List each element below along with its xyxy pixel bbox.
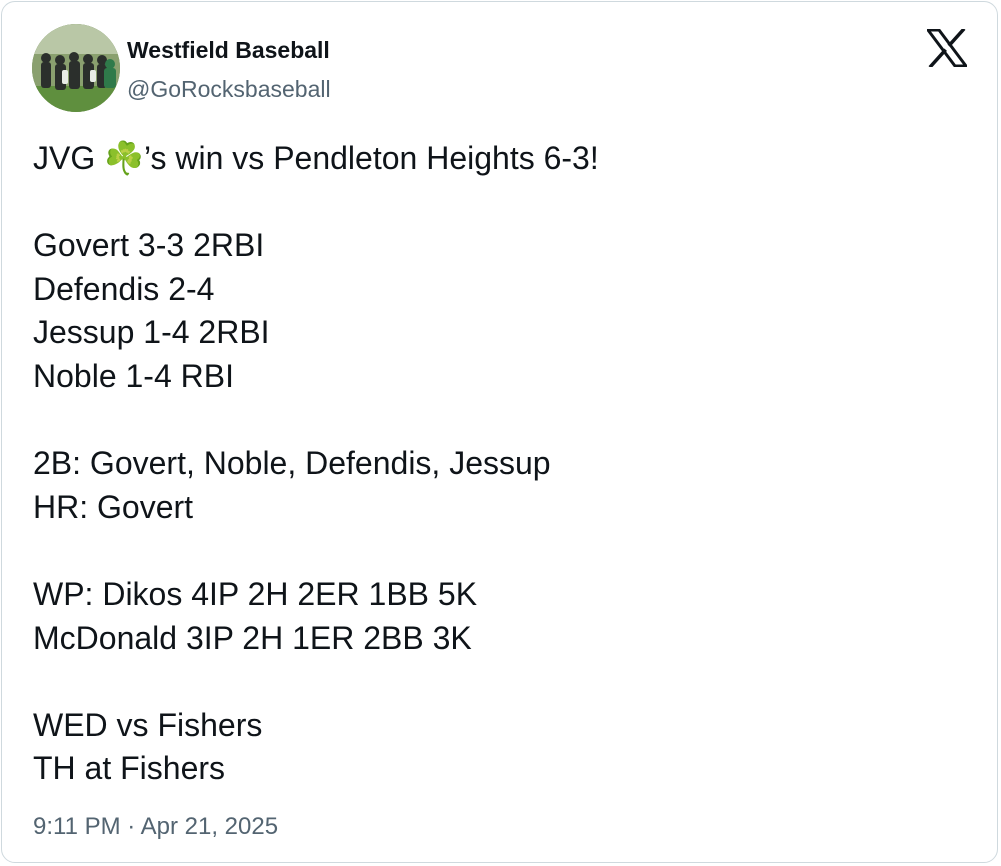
avatar[interactable]: [32, 24, 120, 112]
tweet-line-schedule: TH at Fishers: [33, 750, 226, 787]
tweet-line-stat: Jessup 1-4 2RBI: [33, 314, 270, 351]
tweet-card: Westfield Baseball @GoRocksbaseball JVG …: [1, 1, 998, 863]
tweet-line-pitching: WP: Dikos 4IP 2H 2ER 1BB 5K: [33, 575, 478, 612]
tweet-line-schedule: WED vs Fishers: [33, 706, 263, 743]
display-name[interactable]: Westfield Baseball: [127, 36, 330, 64]
tweet-timestamp[interactable]: 9:11 PM · Apr 21, 2025: [33, 812, 278, 842]
tweet-line-extra-bases: 2B: Govert, Noble, Defendis, Jessup: [33, 445, 551, 482]
tweet-line-pitching: McDonald 3IP 2H 1ER 2BB 3K: [33, 619, 472, 656]
user-handle[interactable]: @GoRocksbaseball: [127, 75, 331, 103]
tweet-line-headline: JVG ☘️’s win vs Pendleton Heights 6-3!: [33, 140, 599, 176]
tweet-line-stat: Govert 3-3 2RBI: [33, 227, 265, 264]
tweet-line-stat: Noble 1-4 RBI: [33, 357, 234, 394]
tweet-text: JVG ☘️’s win vs Pendleton Heights 6-3! G…: [33, 137, 973, 791]
team-photo-icon: [32, 24, 120, 112]
tweet-line-extra-bases: HR: Govert: [33, 488, 194, 525]
x-logo-icon[interactable]: [925, 27, 969, 69]
tweet-line-stat: Defendis 2-4: [33, 270, 215, 307]
